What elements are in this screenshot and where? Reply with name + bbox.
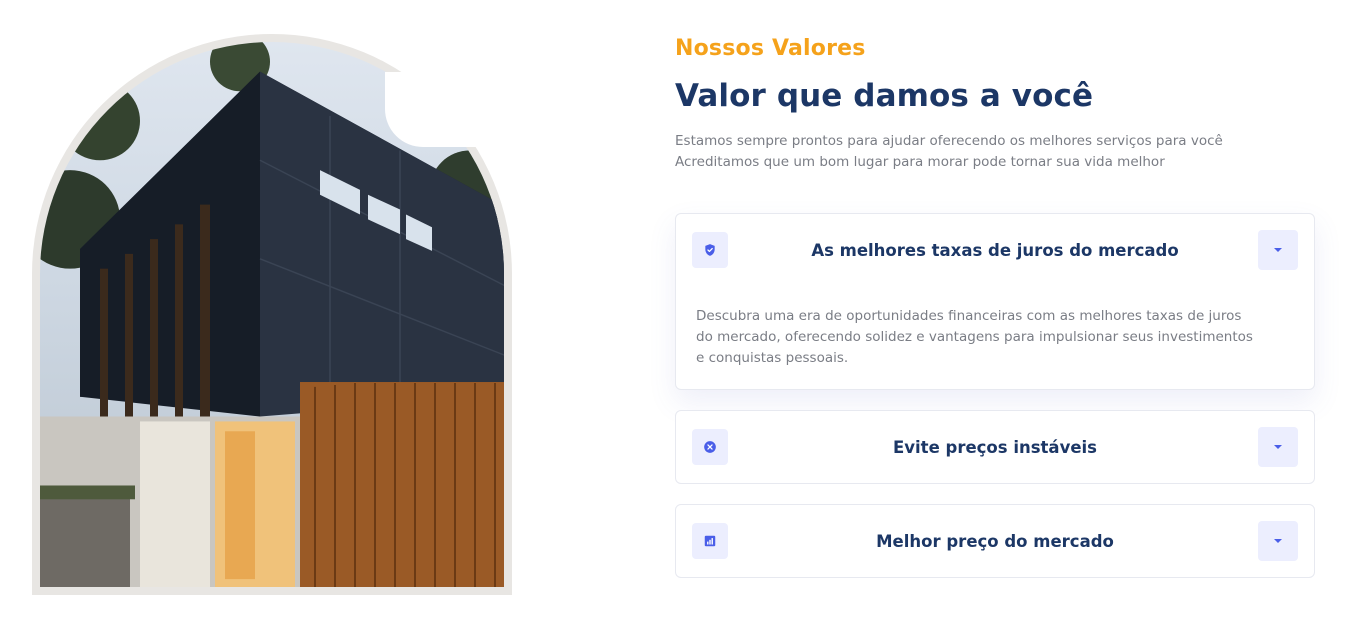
bar-chart-icon — [692, 523, 728, 559]
photo-corner-cutout — [385, 72, 505, 147]
content-line: Descubra uma era de oportunidades financ… — [696, 308, 1242, 324]
caret-down-icon — [1274, 248, 1282, 252]
section-description: Estamos sempre prontos para ajudar ofere… — [675, 131, 1295, 173]
shield-check-icon — [692, 232, 728, 268]
accordion-title[interactable]: Melhor preço do mercado — [736, 505, 1254, 577]
section-title: Valor que damos a você — [675, 78, 1094, 114]
accordion-toggle-button[interactable] — [1258, 427, 1298, 467]
accordion-toggle-button[interactable] — [1258, 521, 1298, 561]
accordion-header[interactable]: Melhor preço do mercado — [676, 505, 1314, 577]
accordion-header[interactable]: Evite preços instáveis — [676, 411, 1314, 483]
accordion-toggle-button[interactable] — [1258, 230, 1298, 270]
content-line: do mercado, oferecendo solidez e vantage… — [696, 329, 1253, 345]
accordion-title[interactable]: As melhores taxas de juros do mercado — [736, 214, 1254, 286]
accordion-title[interactable]: Evite preços instáveis — [736, 411, 1254, 483]
description-line: Acreditamos que um bom lugar para morar … — [675, 154, 1165, 170]
accordion-item-interest-rates: As melhores taxas de juros do mercado De… — [675, 213, 1315, 390]
content-line: e conquistas pessoais. — [696, 350, 849, 366]
caret-down-icon — [1274, 539, 1282, 543]
caret-down-icon — [1274, 445, 1282, 449]
x-circle-icon — [692, 429, 728, 465]
accordion-item-best-price: Melhor preço do mercado — [675, 504, 1315, 578]
accordion-content: Descubra uma era de oportunidades financ… — [676, 286, 1314, 389]
accordion-item-unstable-prices: Evite preços instáveis — [675, 410, 1315, 484]
section-eyebrow: Nossos Valores — [675, 36, 866, 61]
accordion-header[interactable]: As melhores taxas de juros do mercado — [676, 214, 1314, 286]
description-line: Estamos sempre prontos para ajudar ofere… — [675, 133, 1223, 149]
